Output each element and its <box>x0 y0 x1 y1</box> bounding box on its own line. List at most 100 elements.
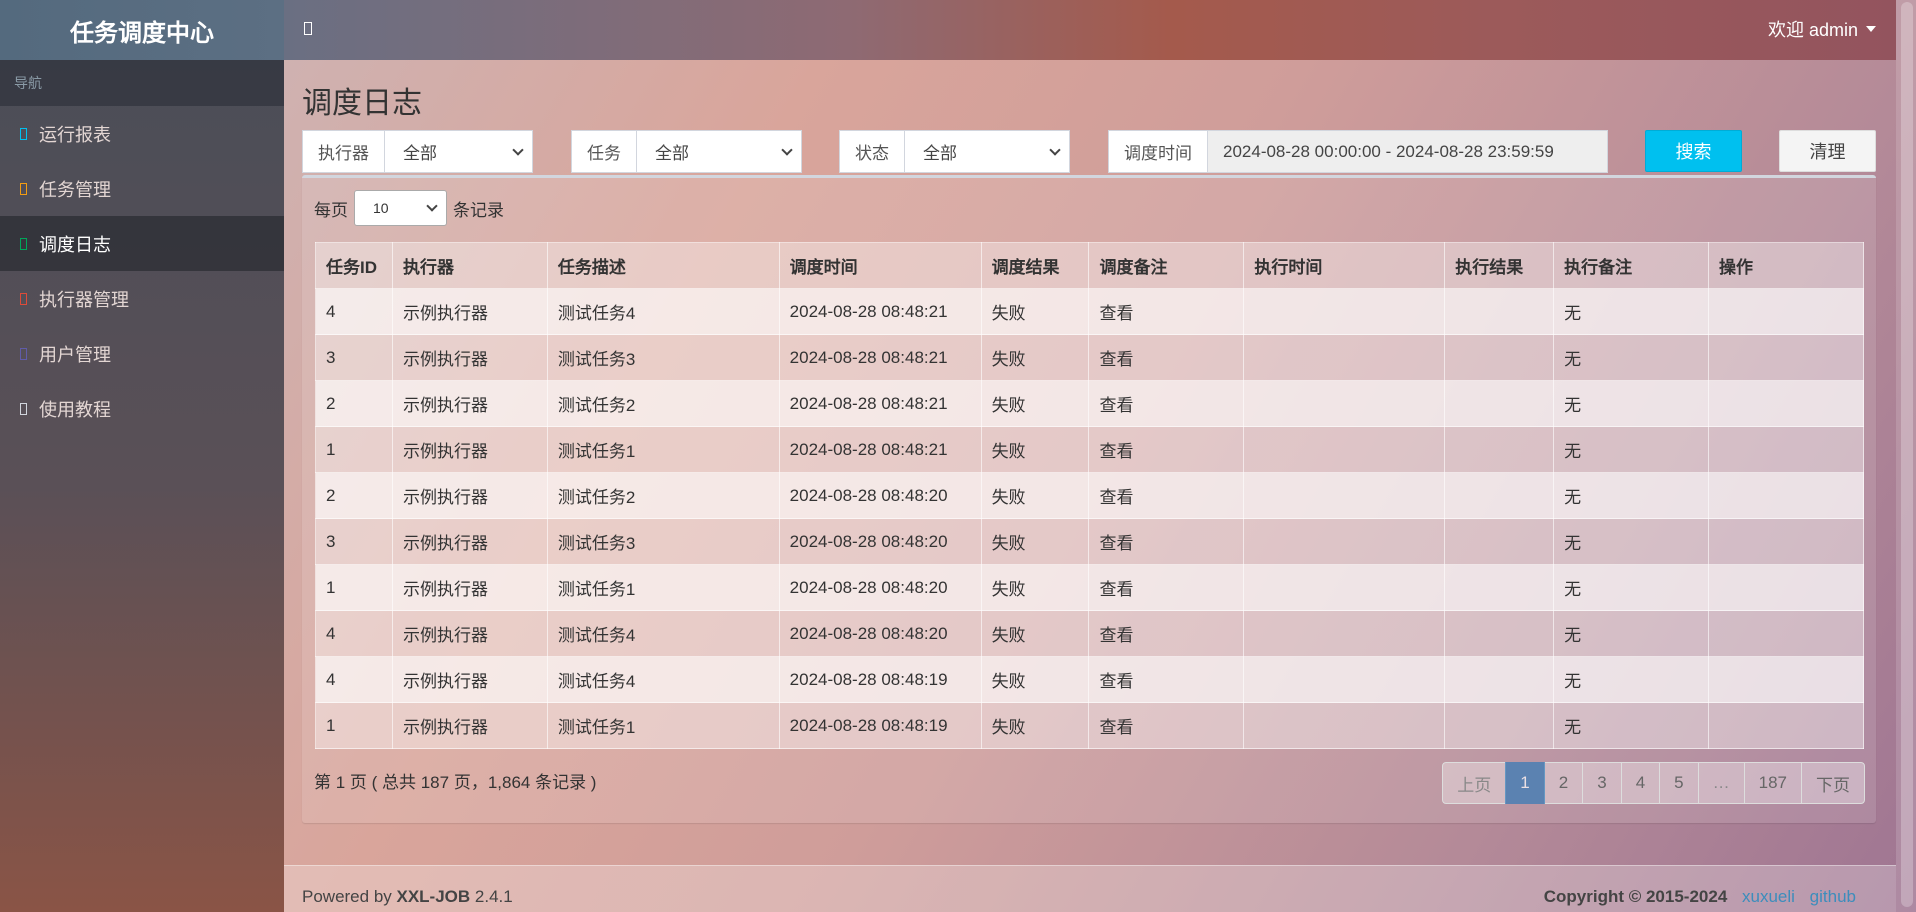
sidebar-item-1[interactable]: 任务管理 <box>0 161 284 216</box>
cell-trigger-msg[interactable]: 查看 <box>1088 610 1245 657</box>
sidebar: 导航 运行报表 任务管理 调度日志 执行器管理 用户管理 使用教程 <box>0 60 284 912</box>
sidebar-item-label: 调度日志 <box>39 234 111 255</box>
job-select[interactable]: 全部 <box>637 131 801 172</box>
cell-id[interactable]: 1 <box>315 426 393 473</box>
chevron-down-icon <box>512 143 524 156</box>
cell-op <box>1708 380 1864 427</box>
next-page-button[interactable]: 下页 <box>1801 762 1865 804</box>
cell-trigger-msg[interactable]: 查看 <box>1088 288 1245 335</box>
page-button[interactable]: 2 <box>1543 762 1584 804</box>
cell-op <box>1708 334 1864 381</box>
sidebar-item-4[interactable]: 用户管理 <box>0 326 284 381</box>
cell-handle-msg: 无 <box>1553 334 1710 381</box>
time-filter: 调度时间 2024-08-28 00:00:00 - 2024-08-28 23… <box>1108 130 1608 173</box>
cell-desc: 测试任务2 <box>546 472 780 519</box>
cell-id[interactable]: 4 <box>315 288 393 335</box>
cell-op <box>1708 518 1864 565</box>
footer-powered-prefix: Powered by <box>302 887 397 906</box>
pagination: 上页 1 2 3 4 5… 187 下页 <box>1442 762 1865 804</box>
cell-trigger-result: 失败 <box>980 518 1090 565</box>
cell-trigger-result: 失败 <box>980 564 1090 611</box>
cell-id[interactable]: 3 <box>315 334 393 381</box>
page-length-control: 每页 10 条记录 <box>314 190 504 226</box>
cell-id[interactable]: 2 <box>315 472 393 519</box>
cell-executor: 示例执行器 <box>391 380 548 427</box>
table-header-row: 任务ID 执行器 任务描述 调度时间 调度结果 调度备注 执行时间 执行结果 执行备注 操作 <box>315 242 1864 289</box>
cell-handle-msg: 无 <box>1553 472 1710 519</box>
cell-op <box>1708 564 1864 611</box>
chevron-down-icon <box>426 200 438 212</box>
chevron-down-icon <box>781 143 793 156</box>
cell-desc: 测试任务1 <box>546 426 780 473</box>
sidebar-item-3[interactable]: 执行器管理 <box>0 271 284 326</box>
cell-op <box>1708 610 1864 657</box>
column-header: 任务ID <box>315 242 393 289</box>
time-range-input[interactable]: 2024-08-28 00:00:00 - 2024-08-28 23:59:5… <box>1208 131 1607 172</box>
executor-select[interactable]: 全部 <box>385 131 532 172</box>
log-table: 任务ID 执行器 任务描述 调度时间 调度结果 调度备注 执行时间 执行结果 执行备注 操作 4示… <box>315 242 1864 749</box>
cell-executor: 示例执行器 <box>391 334 548 381</box>
table-row: 2 示例执行器 测试任务2 2024-08-28 08:48:20 失败 查看 无 <box>315 472 1864 519</box>
cell-trigger-result: 失败 <box>980 702 1090 749</box>
cell-trigger-msg[interactable]: 查看 <box>1088 702 1245 749</box>
cell-trigger-msg[interactable]: 查看 <box>1088 334 1245 381</box>
search-button[interactable]: 搜索 <box>1645 130 1742 172</box>
sidebar-item-label: 用户管理 <box>39 344 111 365</box>
scrollbar-thumb[interactable] <box>1901 2 1913 907</box>
page-button[interactable]: 1 <box>1505 762 1545 804</box>
user-menu-label: 欢迎 admin <box>1767 20 1858 40</box>
author-link[interactable]: xuxueli <box>1742 887 1795 906</box>
user-menu[interactable]: 欢迎 admin <box>1768 16 1876 42</box>
cell-id[interactable]: 2 <box>315 380 393 427</box>
cell-id[interactable]: 1 <box>315 702 393 749</box>
sidebar-item-2[interactable]: 调度日志 <box>0 216 284 271</box>
cell-executor: 示例执行器 <box>391 426 548 473</box>
page-length-suffix: 条记录 <box>453 200 504 220</box>
executor-select-value: 全部 <box>403 144 437 163</box>
cell-trigger-msg[interactable]: 查看 <box>1088 472 1245 519</box>
cell-id[interactable]: 1 <box>315 564 393 611</box>
cell-handle-time <box>1243 380 1446 427</box>
github-link[interactable]: github <box>1810 887 1856 906</box>
sidebar-item-5[interactable]: 使用教程 <box>0 381 284 436</box>
cell-executor: 示例执行器 <box>391 610 548 657</box>
page-button[interactable]: 3 <box>1582 762 1622 804</box>
footer-product: XXL-JOB <box>396 887 471 906</box>
cell-trigger-msg[interactable]: 查看 <box>1088 656 1245 703</box>
cell-handle-time <box>1243 518 1446 565</box>
vertical-scrollbar[interactable] <box>1896 0 1916 912</box>
cell-handle-msg: 无 <box>1553 426 1710 473</box>
cell-trigger-msg[interactable]: 查看 <box>1088 426 1245 473</box>
cell-id[interactable]: 4 <box>315 610 393 657</box>
page-length-select[interactable]: 10 <box>354 190 447 226</box>
cell-handle-result <box>1444 334 1555 381</box>
cell-id[interactable]: 4 <box>315 656 393 703</box>
cell-trigger-msg[interactable]: 查看 <box>1088 564 1245 611</box>
prev-page-button[interactable]: 上页 <box>1442 762 1507 804</box>
sidebar-item-0[interactable]: 运行报表 <box>0 106 284 161</box>
page-button[interactable]: 4 <box>1620 762 1661 804</box>
cell-trigger-result: 失败 <box>980 380 1090 427</box>
cell-executor: 示例执行器 <box>391 656 548 703</box>
cell-trigger-msg[interactable]: 查看 <box>1088 518 1245 565</box>
cell-trigger-msg[interactable]: 查看 <box>1088 380 1245 427</box>
cell-id[interactable]: 3 <box>315 518 393 565</box>
column-header: 执行器 <box>391 242 548 289</box>
sidebar-toggle-icon[interactable] <box>304 22 312 35</box>
cell-desc: 测试任务4 <box>546 656 780 703</box>
clear-button[interactable]: 清理 <box>1779 130 1876 172</box>
status-select-value: 全部 <box>923 144 957 163</box>
cell-handle-msg: 无 <box>1553 610 1710 657</box>
sidebar-item-label: 运行报表 <box>39 124 111 145</box>
page-button[interactable]: 187 <box>1743 762 1802 804</box>
status-select[interactable]: 全部 <box>905 131 1069 172</box>
cell-op <box>1708 426 1864 473</box>
page-button[interactable]: 5 <box>1659 762 1699 804</box>
app-logo[interactable]: 任务调度中心 <box>0 0 284 60</box>
table-row: 3 示例执行器 测试任务3 2024-08-28 08:48:20 失败 查看 无 <box>315 518 1864 565</box>
cell-desc: 测试任务2 <box>546 380 780 427</box>
cell-trigger-result: 失败 <box>980 288 1090 335</box>
status-filter-label: 状态 <box>840 131 905 172</box>
column-header: 执行备注 <box>1553 242 1710 289</box>
cell-handle-msg: 无 <box>1553 288 1710 335</box>
